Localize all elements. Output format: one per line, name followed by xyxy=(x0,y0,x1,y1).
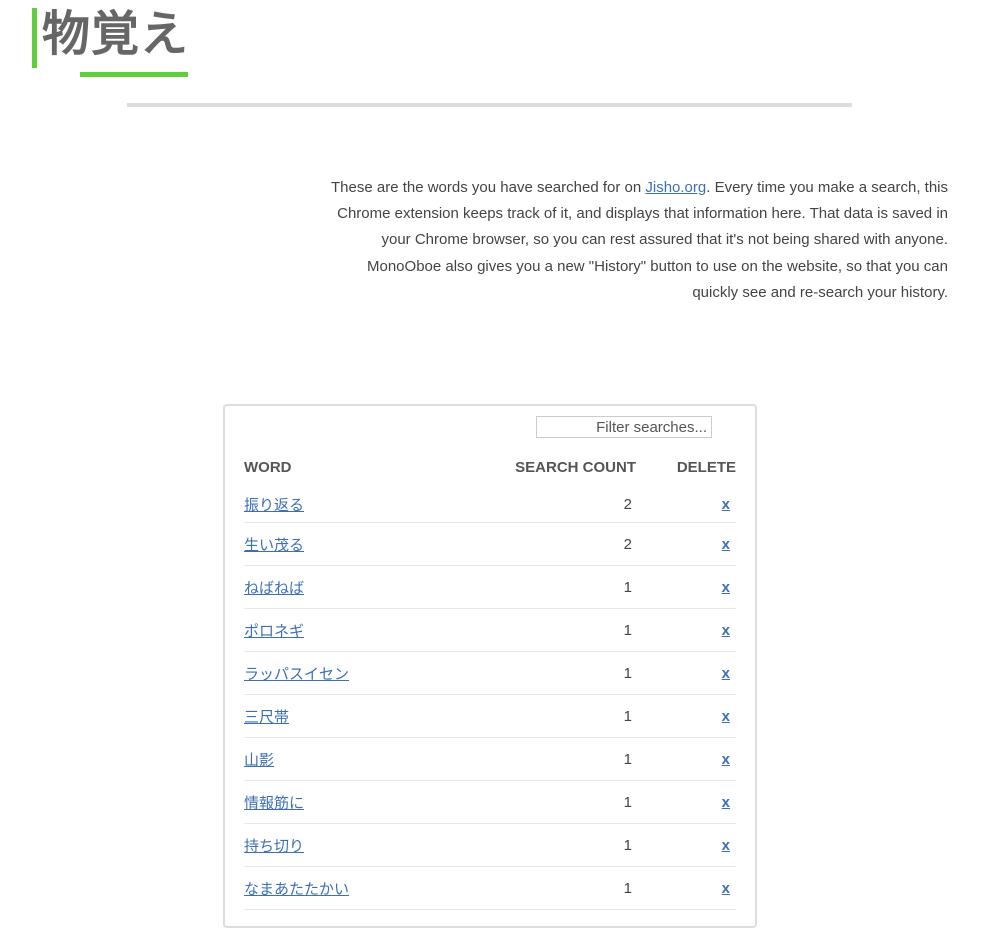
word-cell: 振り返る xyxy=(244,486,464,523)
column-header-word: WORD xyxy=(244,458,292,476)
delete-cell: x xyxy=(638,823,736,867)
logo-text: 物覚え xyxy=(42,6,190,62)
word-cell: 持ち切り xyxy=(244,823,464,867)
delete-cell: x xyxy=(638,694,736,738)
column-header-delete: DELETE xyxy=(676,458,736,476)
search-count-cell: 1 xyxy=(464,608,638,652)
word-cell: ポロネギ xyxy=(244,608,464,652)
search-count-cell: 1 xyxy=(464,694,638,738)
delete-button[interactable]: x xyxy=(722,496,730,513)
word-cell: ねばねば xyxy=(244,565,464,609)
delete-cell: x xyxy=(638,651,736,695)
search-count-cell: 2 xyxy=(464,486,638,523)
intro-paragraph: These are the words you have searched fo… xyxy=(330,175,948,306)
delete-button[interactable]: x xyxy=(722,536,730,553)
delete-button[interactable]: x xyxy=(722,837,730,854)
delete-cell: x xyxy=(638,608,736,652)
logo-underline xyxy=(80,72,188,77)
word-link[interactable]: 生い茂る xyxy=(244,537,304,554)
delete-cell: x xyxy=(638,522,736,566)
word-link[interactable]: 情報筋に xyxy=(244,795,304,812)
delete-button[interactable]: x xyxy=(722,794,730,811)
word-cell: 情報筋に xyxy=(244,780,464,824)
search-count-cell: 1 xyxy=(464,651,638,695)
delete-cell: x xyxy=(638,866,736,910)
table-row: なまあたたかい 1 x xyxy=(244,866,736,910)
table-row: 振り返る 2 x xyxy=(244,486,736,523)
delete-button[interactable]: x xyxy=(722,622,730,639)
word-cell: 三尺帯 xyxy=(244,694,464,738)
delete-cell: x xyxy=(638,565,736,609)
word-link[interactable]: ポロネギ xyxy=(244,623,304,640)
history-table-body: 振り返る 2 x 生い茂る 2 x ねばねば 1 x ポロネギ 1 x ラッパス… xyxy=(244,486,736,910)
table-row: 生い茂る 2 x xyxy=(244,522,736,566)
table-header-row: WORD SEARCH COUNT DELETE xyxy=(244,448,736,486)
header-divider xyxy=(127,103,852,107)
word-link[interactable]: 三尺帯 xyxy=(244,709,289,726)
logo-accent-bar xyxy=(32,8,37,68)
table-row: 持ち切り 1 x xyxy=(244,823,736,867)
table-row: 三尺帯 1 x xyxy=(244,694,736,738)
word-link[interactable]: なまあたたかい xyxy=(244,881,349,898)
word-cell: なまあたたかい xyxy=(244,866,464,910)
word-cell: 山影 xyxy=(244,737,464,781)
delete-cell: x xyxy=(638,780,736,824)
search-count-cell: 1 xyxy=(464,823,638,867)
word-cell: ラッパスイセン xyxy=(244,651,464,695)
search-count-cell: 2 xyxy=(464,522,638,566)
column-header-search-count: SEARCH COUNT xyxy=(515,458,636,476)
jisho-link[interactable]: Jisho.org xyxy=(645,179,706,196)
word-link[interactable]: ラッパスイセン xyxy=(244,666,349,683)
table-row: ポロネギ 1 x xyxy=(244,608,736,652)
delete-button[interactable]: x xyxy=(722,579,730,596)
history-table: WORD SEARCH COUNT DELETE 振り返る 2 x 生い茂る 2… xyxy=(244,448,736,910)
delete-button[interactable]: x xyxy=(722,665,730,682)
delete-cell: x xyxy=(638,737,736,781)
delete-button[interactable]: x xyxy=(722,751,730,768)
word-link[interactable]: 持ち切り xyxy=(244,838,304,855)
filter-searches-input[interactable] xyxy=(536,416,712,438)
delete-cell: x xyxy=(638,486,736,523)
table-row: ラッパスイセン 1 x xyxy=(244,651,736,695)
delete-button[interactable]: x xyxy=(722,880,730,897)
search-count-cell: 1 xyxy=(464,565,638,609)
search-count-cell: 1 xyxy=(464,780,638,824)
table-row: 情報筋に 1 x xyxy=(244,780,736,824)
word-cell: 生い茂る xyxy=(244,522,464,566)
word-link[interactable]: ねばねば xyxy=(244,580,304,597)
table-row: 山影 1 x xyxy=(244,737,736,781)
intro-text-after-link: . Every time you make a search, this Chr… xyxy=(337,179,948,301)
word-link[interactable]: 山影 xyxy=(244,752,274,769)
word-link[interactable]: 振り返る xyxy=(244,497,304,514)
search-count-cell: 1 xyxy=(464,737,638,781)
intro-text-before-link: These are the words you have searched fo… xyxy=(331,179,646,196)
delete-button[interactable]: x xyxy=(722,708,730,725)
history-panel: WORD SEARCH COUNT DELETE 振り返る 2 x 生い茂る 2… xyxy=(223,404,757,928)
table-row: ねばねば 1 x xyxy=(244,565,736,609)
search-count-cell: 1 xyxy=(464,866,638,910)
